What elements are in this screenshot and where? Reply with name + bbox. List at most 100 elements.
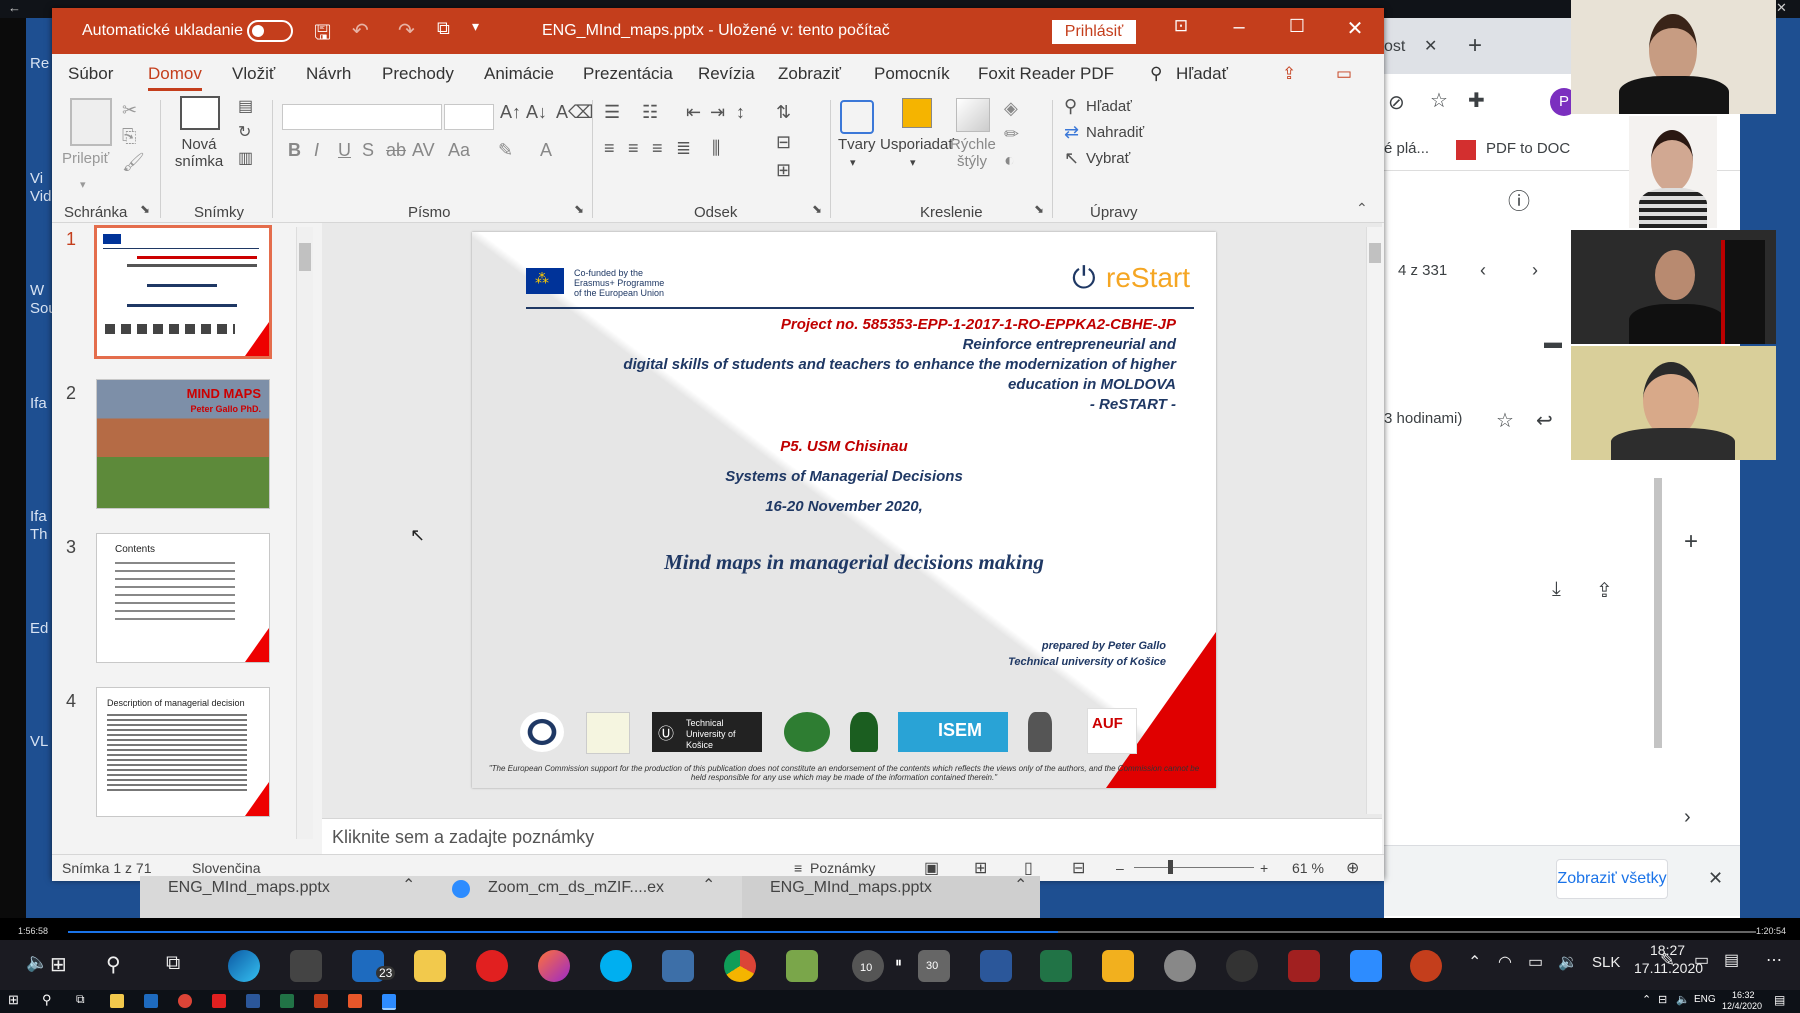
justify-icon[interactable]: ≣: [676, 138, 691, 159]
explorer-icon[interactable]: [414, 950, 446, 982]
change-case-icon[interactable]: Aa: [448, 140, 470, 161]
shape-effects-icon[interactable]: ◐: [1004, 150, 1015, 171]
image-app-icon[interactable]: [786, 950, 818, 982]
zoom-level[interactable]: 61 %: [1292, 860, 1324, 876]
prev-page-icon[interactable]: ‹: [1480, 260, 1486, 281]
select-button[interactable]: Vybrať: [1086, 150, 1130, 167]
bookmark-item[interactable]: PDF to DOC: [1486, 140, 1570, 157]
powerpoint-icon[interactable]: [314, 994, 328, 1008]
decrease-indent-icon[interactable]: ⇤: [686, 102, 701, 123]
slide-sorter-icon[interactable]: ⊞: [974, 858, 987, 878]
save-icon[interactable]: 🖫: [314, 18, 331, 52]
clipboard-icon[interactable]: [70, 98, 112, 146]
collapse-ribbon-icon[interactable]: ⌃: [1356, 200, 1368, 217]
acrobat-icon[interactable]: [212, 994, 226, 1008]
powerpoint-icon[interactable]: [1410, 950, 1442, 982]
pdf-app-icon[interactable]: [348, 994, 362, 1008]
numbering-icon[interactable]: ☷: [642, 102, 658, 123]
arrange-button[interactable]: Usporiadať: [880, 136, 954, 153]
quick-styles-button[interactable]: Rýchle štýly: [950, 136, 996, 170]
pause-icon[interactable]: ⏸: [895, 954, 902, 971]
align-text-icon[interactable]: ⊟: [776, 132, 791, 153]
section-icon[interactable]: ▥: [238, 148, 253, 168]
replace-button[interactable]: Nahradiť: [1086, 124, 1144, 141]
task-view-icon[interactable]: ⧉: [166, 952, 180, 975]
current-slide[interactable]: ⁂ Co-funded by the Erasmus+ Programme of…: [472, 232, 1216, 788]
chrome-tab-label[interactable]: ost: [1384, 38, 1405, 56]
undo-icon[interactable]: ↶: [352, 18, 369, 43]
notes-placeholder[interactable]: Kliknite sem a zadajte poznámky: [332, 827, 594, 848]
remote-app-icon[interactable]: [382, 994, 396, 1010]
edge-icon[interactable]: [228, 950, 260, 982]
video-tile-4[interactable]: [1571, 346, 1776, 460]
align-left-icon[interactable]: ≡: [604, 138, 615, 159]
search-icon[interactable]: ⚲: [106, 952, 121, 977]
dialog-launcher-icon[interactable]: ⬊: [1034, 202, 1044, 216]
display-icon[interactable]: ▭: [1694, 950, 1709, 970]
camera-app-icon[interactable]: [1164, 950, 1196, 982]
maximize-icon[interactable]: ☐: [1282, 16, 1312, 37]
download-item[interactable]: ENG_MInd_maps.pptx ⌃: [140, 876, 422, 918]
slide-thumbnail-4[interactable]: Description of managerial decision: [96, 687, 270, 817]
bookmark-item[interactable]: é plá...: [1384, 140, 1429, 157]
share-icon[interactable]: ⇪: [1282, 64, 1296, 84]
copy-icon[interactable]: ⎘: [122, 126, 136, 147]
redo-icon[interactable]: ↷: [398, 18, 415, 43]
download-file-name[interactable]: Zoom_cm_ds_mZIF....ex: [488, 870, 664, 906]
volume-icon[interactable]: 🔈: [1676, 993, 1690, 1006]
grow-font-icon[interactable]: A↑: [500, 102, 521, 123]
task-view-icon[interactable]: ⧉: [76, 992, 85, 1007]
font-name-combo[interactable]: [282, 104, 442, 130]
clear-format-icon[interactable]: A⌫: [556, 102, 593, 123]
opera-icon[interactable]: [476, 950, 508, 982]
strikethrough-icon[interactable]: ab: [386, 140, 406, 161]
firefox-icon[interactable]: [538, 950, 570, 982]
tab-foxit[interactable]: Foxit Reader PDF: [978, 64, 1114, 84]
excel-icon[interactable]: [280, 994, 294, 1008]
dropdown-icon[interactable]: ▾: [850, 156, 856, 169]
new-slide-button[interactable]: Nová snímka: [174, 136, 224, 170]
tab-close-icon[interactable]: ✕: [1424, 36, 1437, 56]
eye-off-icon[interactable]: ⊘: [1388, 90, 1405, 115]
new-slide-icon[interactable]: [180, 96, 220, 130]
close-icon[interactable]: ✕: [1340, 16, 1370, 41]
download-item[interactable]: Zoom_cm_ds_mZIF....ex ⌃: [452, 876, 734, 918]
tab-help[interactable]: Pomocník: [874, 64, 950, 84]
battery-icon[interactable]: ▭: [1528, 952, 1543, 972]
customize-qat-icon[interactable]: ▾: [472, 18, 479, 35]
zoom-slider[interactable]: [1134, 860, 1254, 874]
smartart-icon[interactable]: ⊞: [776, 160, 791, 181]
layout-icon[interactable]: ▤: [238, 96, 253, 116]
slideshow-view-icon[interactable]: ⊟: [1072, 858, 1085, 878]
chevron-up-icon[interactable]: ⌃: [702, 868, 715, 904]
download-file-name[interactable]: ENG_MInd_maps.pptx: [770, 870, 932, 906]
slide-thumbnail-2[interactable]: MIND MAPS Peter Gallo PhD.: [96, 379, 270, 509]
skype-icon[interactable]: [600, 950, 632, 982]
minimize-icon[interactable]: –: [1224, 16, 1254, 39]
chart-app-icon[interactable]: [1102, 950, 1134, 982]
tab-home[interactable]: Domov: [148, 64, 202, 91]
help-icon[interactable]: ⓘ: [1508, 184, 1530, 216]
tab-review[interactable]: Revízia: [698, 64, 755, 84]
tray-chevron-icon[interactable]: ⌃: [1468, 952, 1481, 972]
notifications-icon[interactable]: ▤: [1724, 950, 1739, 970]
excel-icon[interactable]: [1040, 950, 1072, 982]
autosave-toggle[interactable]: [247, 20, 293, 42]
windows-start-icon[interactable]: ⊞: [8, 992, 19, 1008]
reply-icon[interactable]: ↩: [1536, 408, 1553, 433]
notes-pane[interactable]: Kliknite sem a zadajte poznámky: [322, 818, 1382, 855]
search-icon[interactable]: ⚲: [42, 992, 52, 1008]
star-icon[interactable]: ☆: [1430, 88, 1448, 113]
thumbs-scrollbar[interactable]: [296, 227, 313, 839]
replace-icon[interactable]: ⇄: [1064, 122, 1079, 143]
video-tile-2[interactable]: [1629, 116, 1717, 228]
dialog-launcher-icon[interactable]: ⬊: [812, 202, 822, 216]
back-arrow-icon[interactable]: ←: [8, 0, 21, 15]
close-icon[interactable]: ✕: [1776, 0, 1787, 16]
tab-file[interactable]: Súbor: [68, 64, 113, 84]
mail-icon[interactable]: [144, 994, 158, 1008]
align-center-icon[interactable]: ≡: [628, 138, 639, 159]
fit-slide-icon[interactable]: ⊕: [1346, 858, 1359, 878]
obs-icon[interactable]: [1226, 950, 1258, 982]
download-icon[interactable]: ⤓: [1552, 578, 1561, 601]
